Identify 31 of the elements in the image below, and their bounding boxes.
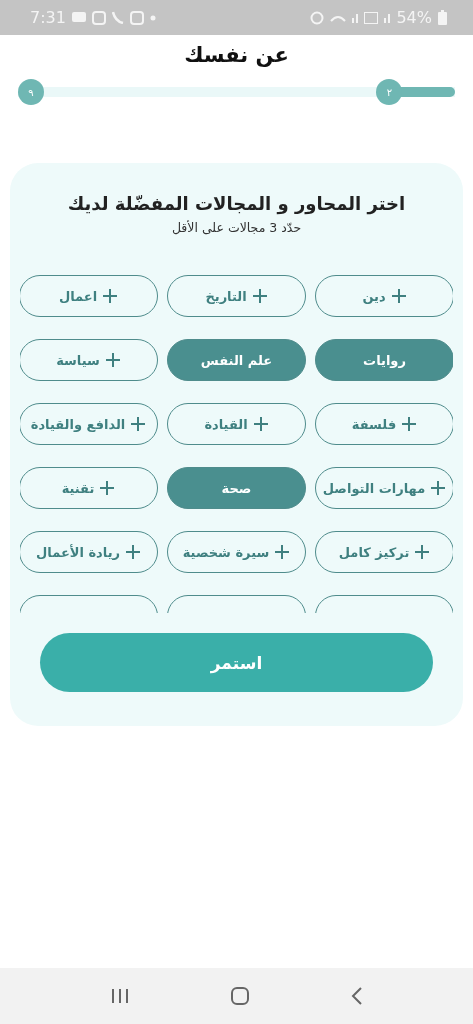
plus-icon xyxy=(104,352,121,368)
step-marker: ٢ xyxy=(376,79,403,105)
plus-icon xyxy=(125,544,141,560)
topic-chip[interactable]: علم النفس xyxy=(167,339,306,381)
card-title: اختر المحاور و المجالات المفضّلة لديك xyxy=(67,193,406,214)
signal-icon xyxy=(352,12,359,23)
plus-icon xyxy=(99,480,116,496)
topic-chip[interactable]: روايات xyxy=(315,339,453,381)
plus-icon xyxy=(430,480,447,496)
plus-icon xyxy=(390,288,407,304)
card-subtitle: حدّد 3 مجالات على الأقل xyxy=(171,220,302,235)
plus-icon xyxy=(130,416,147,432)
phone-icon xyxy=(111,11,124,24)
plus-icon xyxy=(274,544,291,560)
topic-chip[interactable]: صحة xyxy=(167,467,306,509)
plus-icon xyxy=(401,416,418,432)
dot-icon xyxy=(149,14,156,21)
back-icon[interactable] xyxy=(350,987,363,1005)
home-icon[interactable] xyxy=(229,986,250,1006)
plus-icon xyxy=(102,288,119,304)
plus-icon xyxy=(414,544,431,560)
step-marker: ٩ xyxy=(18,79,44,105)
continue-button[interactable]: استمر xyxy=(40,633,433,692)
plus-icon xyxy=(252,416,269,432)
page-title: عن نفسك xyxy=(183,43,290,67)
message-icon xyxy=(71,11,86,24)
battery-icon xyxy=(438,10,447,25)
signal-icon xyxy=(384,12,391,23)
plus-icon xyxy=(251,288,268,304)
wifi-icon xyxy=(330,13,347,22)
recent-apps-icon[interactable] xyxy=(110,988,129,1004)
